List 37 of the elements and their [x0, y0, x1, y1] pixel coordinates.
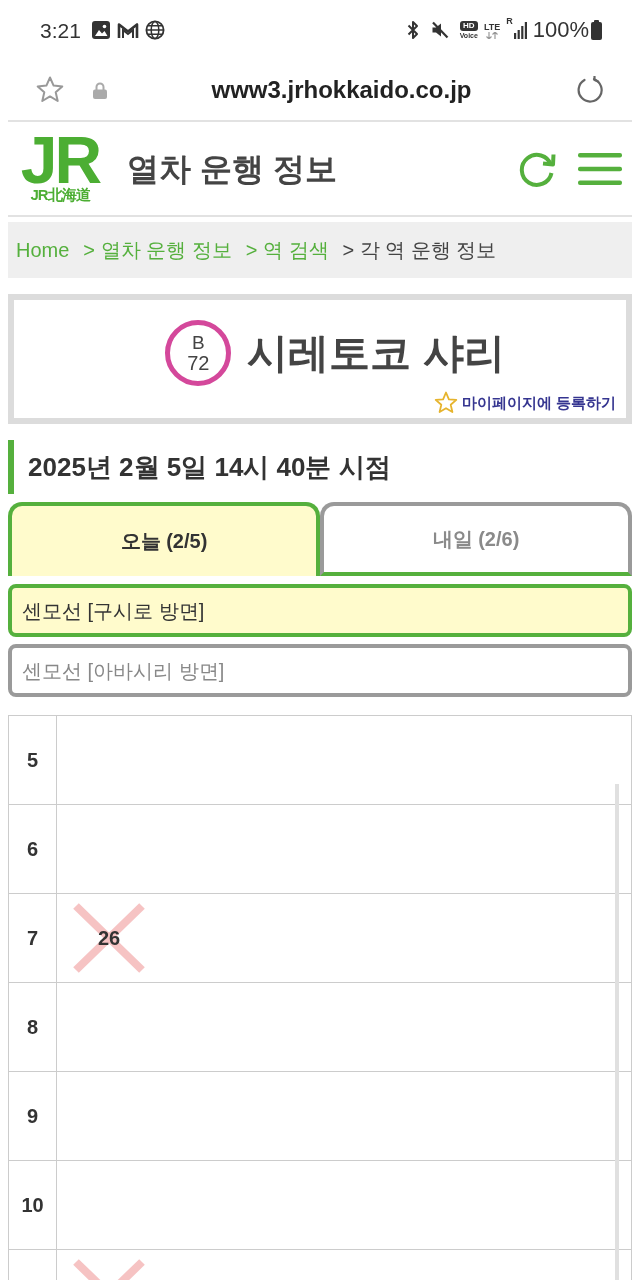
globe-icon	[144, 20, 165, 40]
image-icon	[91, 21, 110, 39]
bluetooth-icon	[405, 20, 420, 40]
data-arrows-icon	[486, 31, 499, 39]
mute-icon	[430, 21, 449, 39]
direction-option[interactable]: 센모선 [구시로 방면]	[8, 584, 632, 637]
mail-icon	[116, 21, 139, 39]
hour-cell: 8	[9, 983, 57, 1071]
lock-icon	[93, 81, 107, 99]
logo-caption: JR北海道	[30, 185, 90, 204]
register-mypage-link[interactable]: 마이페이지에 등록하기	[461, 395, 616, 410]
hour-cell: 10	[9, 1161, 57, 1249]
logo-mark: JR	[20, 133, 100, 186]
direction-option[interactable]: 센모선 [아바시리 방면]	[8, 644, 632, 697]
status-time: 3:21	[40, 19, 81, 41]
roaming-indicator: R	[506, 17, 513, 26]
day-tab[interactable]: 오늘 (2/5)	[8, 502, 320, 576]
hour-cell: 6	[9, 805, 57, 893]
page-title: 열차 운행 정보	[127, 152, 337, 185]
hour-cell: 5	[9, 716, 57, 804]
url-text[interactable]: www3.jrhokkaido.co.jp	[107, 78, 576, 102]
battery-percentage: 100%	[532, 19, 589, 41]
menu-icon[interactable]	[578, 152, 622, 185]
hd-badge: HD	[460, 20, 478, 31]
station-number-badge: B 72	[165, 320, 232, 386]
network-type: LTE	[483, 21, 501, 32]
star-icon	[433, 391, 458, 414]
departure-minute[interactable]: 26	[97, 928, 121, 948]
station-name: 시레토코 샤리	[247, 332, 505, 374]
breadcrumb-current: > 각 역 운행 정보	[342, 240, 497, 260]
battery-icon	[591, 20, 602, 40]
reload-icon[interactable]	[576, 76, 604, 104]
timestamp-heading: 2025년 2월 5일 14시 40분 시점	[8, 440, 632, 494]
hour-cell: 7	[9, 894, 57, 982]
signal-icon	[513, 21, 527, 39]
bookmark-star-icon[interactable]	[36, 76, 64, 104]
hour-cell: 9	[9, 1072, 57, 1160]
